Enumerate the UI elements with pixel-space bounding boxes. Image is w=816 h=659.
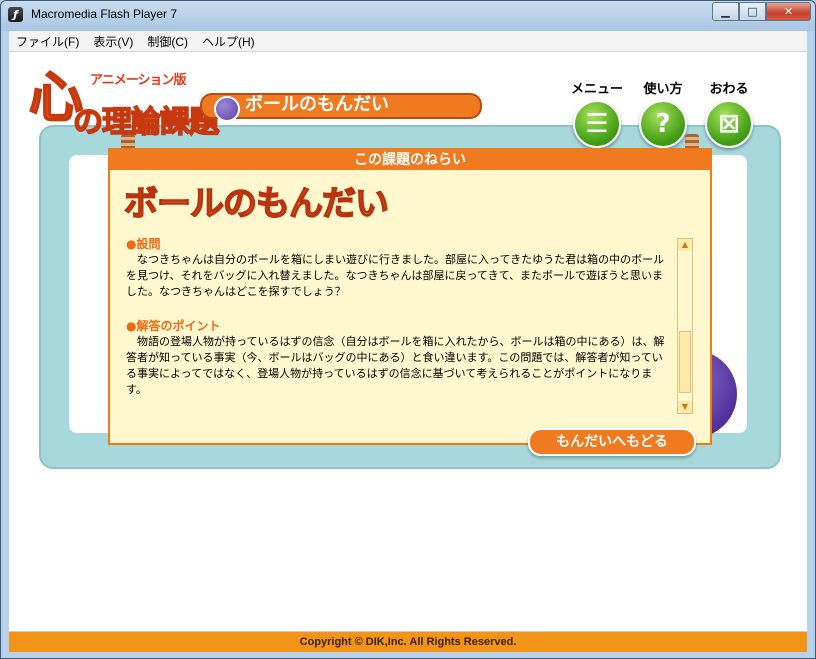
question-icon[interactable]: ? (639, 100, 687, 148)
logo-title: の理論課題 (72, 104, 220, 141)
logo-subtitle: アニメーション版 (90, 73, 186, 88)
objective-panel: この課題のねらい ボールのもんだい ●設問 なつきちゃんは自分のボールを箱にしま… (108, 148, 712, 456)
window-title: Macromedia Flash Player 7 (31, 7, 178, 21)
nav-menu[interactable]: メニュー ☰ (569, 78, 625, 148)
scroll-down-icon[interactable]: ▼ (678, 401, 692, 413)
nav-quit[interactable]: おわる ⊠ (701, 78, 757, 148)
section-title-question: ●設問 (126, 237, 161, 251)
content-scrollbar[interactable]: ▲ ▼ (677, 238, 693, 414)
scroll-thumb[interactable] (679, 331, 691, 393)
back-to-question-button[interactable]: もんだいへもどる (528, 428, 696, 456)
nav-menu-label: メニュー (570, 82, 623, 97)
page-title: ボールのもんだい (245, 94, 389, 115)
menu-control[interactable]: 制御(C) (140, 33, 195, 50)
menu-help[interactable]: ヘルプ(H) (195, 33, 262, 50)
menu-bar: ファイル(F) 表示(V) 制御(C) ヘルプ(H) (9, 31, 807, 52)
copyright-footer: Copyright © DIK,Inc. All Rights Reserved… (9, 632, 807, 652)
minimize-button[interactable]: ▁ (712, 2, 739, 21)
menu-file[interactable]: ファイル(F) (9, 33, 86, 50)
section-body-question: なつきちゃんは自分のボールを箱にしまい遊びに行きました。部屋に入ってきたゆうた君… (126, 253, 665, 298)
menu-icon[interactable]: ☰ (573, 100, 621, 148)
title-bar[interactable]: ƒ Macromedia Flash Player 7 ▁ □ ✕ (1, 1, 815, 29)
maximize-button[interactable]: □ (739, 2, 766, 21)
nav-quit-label: おわる (709, 82, 749, 97)
ball-icon (214, 96, 240, 122)
panel-content: ●設問 なつきちゃんは自分のボールを箱にしまい遊びに行きました。部屋に入ってきた… (126, 236, 670, 398)
app-window: ƒ Macromedia Flash Player 7 ▁ □ ✕ ファイル(F… (0, 0, 816, 659)
section-body-answer-points: 物語の登場人物が持っているはずの信念（自分はボールを箱に入れたから、ボールは箱の… (126, 335, 665, 396)
scroll-up-icon[interactable]: ▲ (678, 239, 692, 251)
menu-view[interactable]: 表示(V) (86, 33, 140, 50)
panel-header: この課題のねらい (110, 150, 710, 170)
flash-stage: 心 アニメーション版 の理論課題 ボールのもんだい メニュー ☰ 使い方 ? お… (9, 52, 807, 652)
close-icon[interactable]: ⊠ (705, 100, 753, 148)
panel-heading: ボールのもんだい (123, 183, 390, 225)
flash-icon: ƒ (8, 7, 23, 22)
close-window-button[interactable]: ✕ (766, 2, 811, 21)
nav-help[interactable]: 使い方 ? (635, 78, 691, 148)
section-title-answer-points: ●解答のポイント (126, 319, 221, 333)
window-controls: ▁ □ ✕ (712, 2, 811, 21)
nav-help-label: 使い方 (643, 82, 683, 97)
